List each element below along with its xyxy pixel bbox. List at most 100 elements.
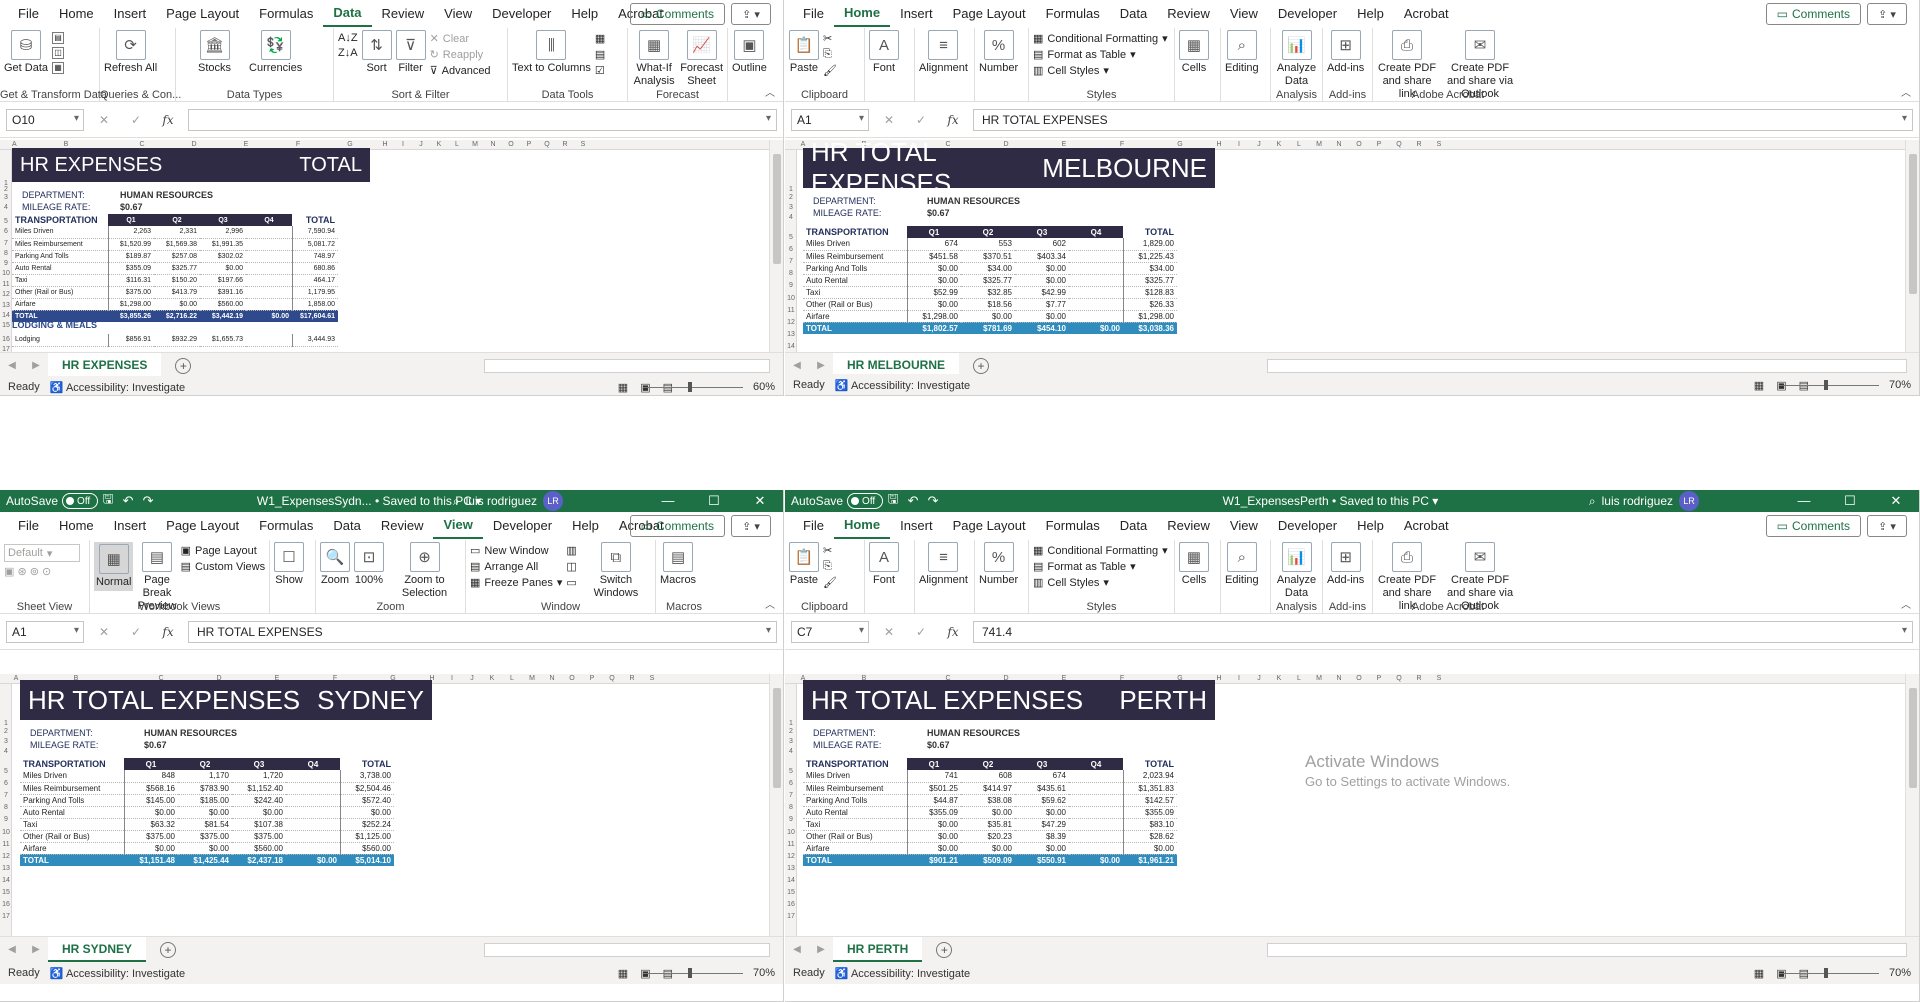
total-cell[interactable]: $0.00 [1069,322,1123,334]
alignment-button[interactable]: ≡ Alignment [919,30,968,75]
column-header[interactable]: K [482,674,502,684]
table-cell[interactable]: $451.58 [907,250,961,263]
collapse-ribbon-icon[interactable]: ︿ [1901,596,1911,611]
file-name[interactable]: W1_ExpensesPerth • Saved to this PC ▾ [1223,494,1439,508]
zoom-level[interactable]: 70% [1889,379,1911,391]
table-cell[interactable]: Airfare [803,310,908,323]
vertical-scrollbar[interactable] [769,674,783,936]
table-cell[interactable]: Parking And Tolls [803,262,908,275]
tab-file[interactable]: File [793,512,834,540]
enter-icon[interactable]: ✓ [909,625,933,639]
table-cell[interactable]: $116.31 [108,274,154,287]
table-cell[interactable]: 1,829.00 [1122,238,1177,251]
table-cell[interactable]: 5,081.72 [291,238,338,251]
refresh-all-button[interactable]: ⟳ Refresh All [104,30,157,75]
table-cell[interactable]: $0.00 [124,842,178,855]
tab-developer[interactable]: Developer [1268,0,1347,28]
table-cell[interactable] [1069,782,1123,795]
vertical-scrollbar[interactable] [1905,140,1919,352]
minimize-icon[interactable]: — [1781,490,1827,512]
table-cell[interactable]: $325.77 [961,274,1015,287]
from-table-icon[interactable]: ▦ [52,62,65,74]
paste-button[interactable]: 📋 Paste [789,30,819,75]
total-cell[interactable]: $901.21 [907,854,961,866]
total-cell[interactable]: $454.10 [1015,322,1069,334]
column-header[interactable]: L [502,674,522,684]
row-header[interactable]: 11 [0,281,12,288]
row-header[interactable]: 14 [0,877,12,884]
copy-icon[interactable]: ⎘ [823,560,837,573]
collapse-ribbon-icon[interactable]: ︿ [765,84,775,99]
table-cell[interactable]: $0.00 [1015,806,1069,819]
total-cell[interactable]: $1,151.48 [124,854,178,866]
tab-formulas[interactable]: Formulas [1036,512,1110,540]
page-layout-button[interactable]: ▣ Page Layout [181,544,266,558]
comments-button[interactable]: ▭ Comments [629,515,725,537]
row-header[interactable]: 5 [0,218,12,225]
cancel-icon[interactable]: ✕ [877,625,901,639]
tab-data[interactable]: Data [1110,0,1157,28]
cell-styles-button[interactable]: ▥ Cell Styles ▾ [1033,64,1168,78]
table-cell[interactable] [1069,298,1123,311]
sheet-tab-hr-expenses[interactable]: HR EXPENSES [48,352,162,379]
row-headers[interactable]: 1234567891011121314151617 [0,684,12,936]
sheet-tab-hr-sydney[interactable]: HR SYDNEY [48,936,147,963]
file-name[interactable]: W1_ExpensesSydn... • Saved to this PC ▾ [257,494,481,508]
row-headers[interactable]: 1234567891011121314151617 [0,150,12,352]
tab-page-layout[interactable]: Page Layout [943,512,1036,540]
cancel-icon[interactable]: ✕ [92,113,116,127]
column-header[interactable]: J [412,140,430,150]
add-sheet-icon[interactable]: + [936,941,953,958]
row-header[interactable]: 11 [785,307,797,314]
column-header[interactable]: S [574,140,592,150]
row-header[interactable]: 9 [0,260,12,267]
formula-input[interactable]: 741.4 [973,620,1913,643]
tab-help[interactable]: Help [1347,0,1394,28]
get-data-button[interactable]: ⛁ Get Data [4,30,48,75]
table-cell[interactable]: 2,263 [108,226,154,239]
column-header[interactable]: M [466,140,484,150]
normal-view-icon[interactable]: ▦ [1754,379,1764,392]
normal-view-button[interactable]: ▦ Normal [94,542,134,591]
row-header[interactable]: 14 [0,312,12,319]
column-header[interactable]: Q [538,140,556,150]
tab-review[interactable]: Review [1157,0,1220,28]
reapply-button[interactable]: ↻ Reapply [430,48,491,62]
table-cell[interactable]: Parking And Tolls [20,794,125,807]
table-cell[interactable]: $375.00 [178,830,232,843]
column-header[interactable]: S [1429,674,1449,684]
column-header[interactable]: I [394,140,412,150]
tab-acrobat[interactable]: Acrobat [1394,512,1459,540]
table-cell[interactable]: Miles Driven [20,770,125,783]
worksheet-grid[interactable]: ABCDEFGHIJKLMNOPQRS123456789101112131415… [785,674,1905,936]
column-header[interactable]: J [462,674,482,684]
tab-help[interactable]: Help [1347,512,1394,540]
clear-button[interactable]: ✕ Clear [430,32,491,46]
next-sheet-icon[interactable]: ▶ [24,360,48,371]
column-header[interactable]: L [1289,674,1309,684]
table-cell[interactable]: $0.00 [961,806,1015,819]
horizontal-scrollbar[interactable] [484,359,770,373]
table-cell[interactable]: $185.00 [178,794,232,807]
tab-view[interactable]: View [1220,512,1268,540]
column-header[interactable]: P [520,140,538,150]
column-header[interactable]: K [430,140,448,150]
number-button[interactable]: % Number [979,542,1018,587]
table-cell[interactable]: 848 [124,770,178,783]
total-cell[interactable]: $2,716.22 [154,310,200,322]
insert-function-icon[interactable]: fx [156,113,180,127]
table-cell[interactable]: Auto Rental [803,806,908,819]
column-header[interactable]: P [582,674,602,684]
cells-button[interactable]: ▦ Cells [1179,30,1209,75]
next-sheet-icon[interactable]: ▶ [24,944,48,955]
total-cell[interactable]: $0.00 [246,310,292,322]
table-cell[interactable] [246,226,292,239]
table-cell[interactable]: 2,331 [154,226,200,239]
total-cell[interactable]: $781.69 [961,322,1015,334]
column-header[interactable]: S [1429,140,1449,150]
table-cell[interactable]: $1,298.00 [1122,310,1177,323]
table-cell[interactable]: $1,125.00 [339,830,394,843]
column-header[interactable]: M [522,674,542,684]
share-button[interactable]: ⇪ ▾ [731,515,771,537]
total-cell[interactable]: $3,038.36 [1123,322,1177,334]
